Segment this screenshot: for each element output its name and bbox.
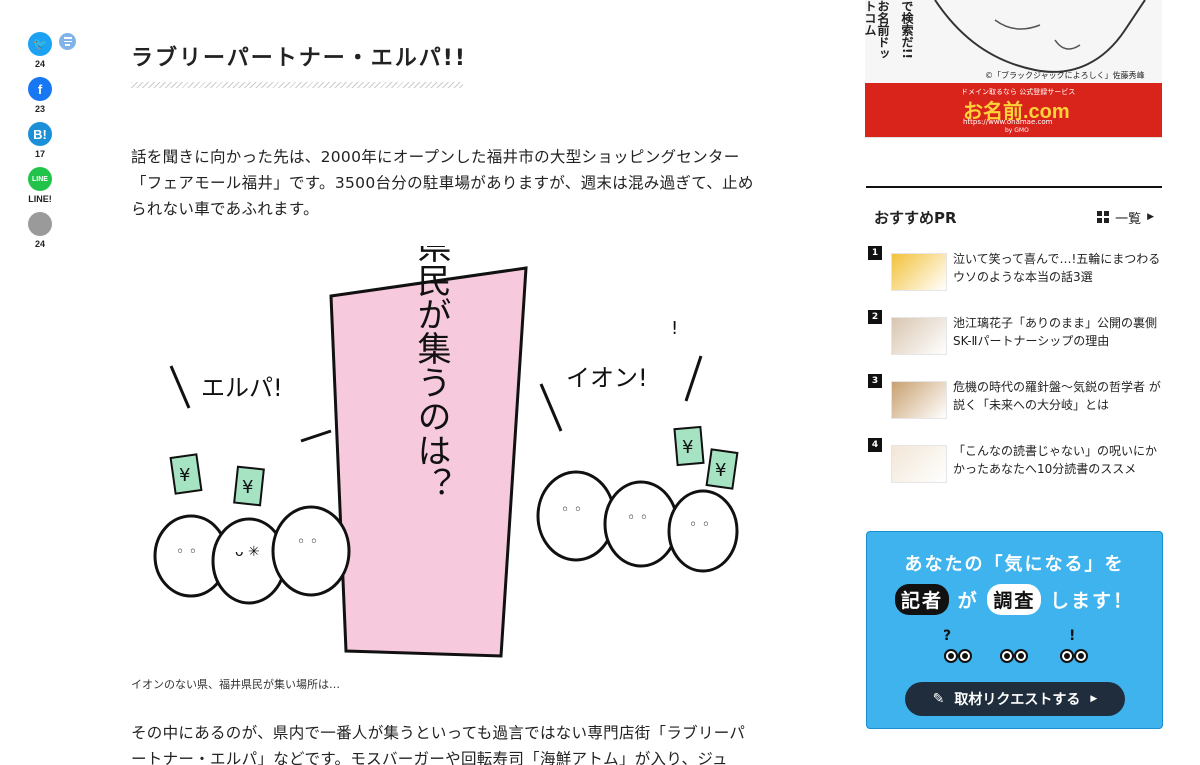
svg-text:!: ! <box>1069 628 1075 644</box>
pencil-icon: ✎ <box>932 691 945 707</box>
svg-text:◦ ◦: ◦ ◦ <box>561 502 582 518</box>
share-count: 24 <box>34 239 45 249</box>
page: 🐦 24 f 23 B! 17 LINE LINE! 24 ラブリーパートナー・エルパ!! 話を… <box>0 0 1200 765</box>
pr-item-text: 泣いて笑って喜んで…!五輪にまつわるウソのような本当の話3選 <box>953 252 1161 284</box>
pr-rank-badge: 4 <box>868 438 882 452</box>
pr-title: おすすめPR <box>874 208 957 227</box>
pr-thumbnail <box>891 253 947 291</box>
share-count: 17 <box>34 149 45 159</box>
pr-rank-badge: 1 <box>868 246 882 260</box>
pill-investigate: 調査 <box>987 584 1042 615</box>
request-line-2: 記者 が 調査 します！ <box>867 584 1162 615</box>
article-title: ラブリーパートナー・エルパ!! <box>131 46 467 71</box>
article-illustration: 福井県民が集うのは？ エルパ! イオン! ¥ ¥ ¥ ¥ ◦ ◦ ᴗ ✳ ◦ ◦… <box>131 161 771 666</box>
share-count: 24 <box>34 59 45 69</box>
svg-text:◦ ◦: ◦ ◦ <box>176 544 197 560</box>
svg-text:!: ! <box>671 318 678 339</box>
illustration-svg: 福井県民が集うのは？ エルパ! イオン! ¥ ¥ ¥ ¥ ◦ ◦ ᴗ ✳◦ ◦ ◦ … <box>153 161 739 658</box>
share-count: 23 <box>34 104 45 114</box>
comment-bubble-icon <box>28 212 52 236</box>
triangle-right-icon: ▶ <box>1090 694 1098 704</box>
pr-item[interactable]: 2 池江璃花子「ありのまま」公開の裏側 SK-Ⅱパートナーシップの理由 <box>866 310 1162 374</box>
pr-item[interactable]: 3 危機の時代の羅針盤〜気鋭の哲学者 が説く「未来への大分岐」とは <box>866 374 1162 438</box>
pr-item[interactable]: 4 「こんなの読書じゃない」の呪いにかかったあなたへ10分読書のススメ <box>866 438 1162 502</box>
share-facebook[interactable]: f 23 <box>26 77 54 114</box>
pill-reporter: 記者 <box>895 584 950 615</box>
right-shout: イオン! <box>566 364 648 392</box>
illustration-caption: イオンのない県、福井県民が集い場所は… <box>131 678 340 691</box>
svg-text:¥: ¥ <box>179 465 190 486</box>
share-comment[interactable]: 24 <box>26 212 54 249</box>
pr-list-label: 一覧 <box>1115 211 1142 227</box>
request-box: あなたの「気になる」を 記者 が 調査 します！ ? ! ✎ 取材リクエストする… <box>866 531 1163 729</box>
pr-rank-badge: 3 <box>868 374 882 388</box>
share-twitter[interactable]: 🐦 24 <box>26 32 54 69</box>
svg-text:ᴗ ✳: ᴗ ✳ <box>235 544 260 560</box>
ad-credit: ©「ブラックジャックによろしく」佐藤秀峰 <box>985 71 1145 80</box>
pr-list: 1 泣いて笑って喜んで…!五輪にまつわるウソのような本当の話3選 2 池江璃花子「あり… <box>866 246 1162 502</box>
hatena-bookmark-icon: B! <box>28 122 52 146</box>
request-particle: が <box>957 590 979 612</box>
share-hatena[interactable]: B! 17 <box>26 122 54 159</box>
left-shout: エルパ! <box>201 374 283 402</box>
request-button[interactable]: ✎ 取材リクエストする ▶ <box>905 682 1125 716</box>
eyes-icon: ? ! <box>943 628 1088 663</box>
article: ラブリーパートナー・エルパ!! 話を聞きに向かった先は、2000年にオープンした… <box>131 40 771 765</box>
svg-text:◦ ◦: ◦ ◦ <box>627 510 648 526</box>
ad-url: https://www.onamae.com <box>963 118 1053 126</box>
pr-item-text: 池江璃花子「ありのまま」公開の裏側 SK-Ⅱパートナーシップの理由 <box>953 316 1158 348</box>
pr-list-link[interactable]: 一覧 ▶ <box>1097 208 1154 227</box>
pr-rank-badge: 2 <box>868 310 882 324</box>
share-line[interactable]: LINE LINE! <box>26 167 54 204</box>
article-paragraph-2: その中にあるのが、県内で一番人が集うといっても過言ではない専門店街「ラブリーパー… <box>131 724 746 765</box>
svg-text:¥: ¥ <box>242 477 253 498</box>
grid-icon <box>1097 211 1110 223</box>
ad-brand-strip: ドメイン取るなら 公式登録サービス お名前.com https://www.on… <box>865 83 1162 137</box>
svg-text:¥: ¥ <box>682 437 693 458</box>
request-line-1: あなたの「気になる」を <box>904 554 1125 575</box>
request-button-label: 取材リクエストする <box>954 692 1081 708</box>
pr-thumbnail <box>891 445 947 483</box>
ad-maker: by GMO <box>1005 127 1029 134</box>
share-bar: 🐦 24 f 23 B! 17 LINE LINE! 24 <box>26 32 54 257</box>
title-underline <box>131 82 463 88</box>
line-icon: LINE <box>28 167 52 191</box>
memo-icon[interactable] <box>59 33 76 50</box>
pr-item-text: 危機の時代の羅針盤〜気鋭の哲学者 が説く「未来への大分岐」とは <box>953 380 1161 412</box>
svg-text:◦ ◦: ◦ ◦ <box>689 517 710 533</box>
banner-text: 福井県民が集うのは？ <box>411 246 451 501</box>
svg-text:¥: ¥ <box>715 460 726 481</box>
triangle-right-icon: ▶ <box>1147 212 1154 222</box>
twitter-bird-icon: 🐦 <box>28 32 52 56</box>
pr-item[interactable]: 1 泣いて笑って喜んで…!五輪にまつわるウソのような本当の話3選 <box>866 246 1162 310</box>
recommended-pr: おすすめPR 一覧 ▶ 1 泣いて笑って喜んで…!五輪にまつわるウソのような本当の… <box>866 186 1162 502</box>
svg-text:◦ ◦: ◦ ◦ <box>297 534 318 550</box>
ad-comic-panel: お名前ドットコム で検索だ!! ©「ブラックジャックによろしく」佐藤秀峰 <box>865 0 1162 83</box>
pr-thumbnail <box>891 317 947 355</box>
request-end: します！ <box>1049 590 1134 612</box>
pr-header: おすすめPR 一覧 ▶ <box>866 188 1162 246</box>
article-paragraph-1: 話を聞きに向かった先は、2000年にオープンした福井市の大型ショッピングセンター… <box>131 148 754 218</box>
share-count: LINE! <box>28 194 52 204</box>
pr-thumbnail <box>891 381 947 419</box>
facebook-icon: f <box>28 77 52 101</box>
svg-text:?: ? <box>943 628 951 644</box>
pr-item-text: 「こんなの読書じゃない」の呪いにかかったあなたへ10分読書のススメ <box>953 444 1158 476</box>
ad-banner[interactable]: お名前ドットコム で検索だ!! ©「ブラックジャックによろしく」佐藤秀峰 ドメイ… <box>865 0 1162 138</box>
